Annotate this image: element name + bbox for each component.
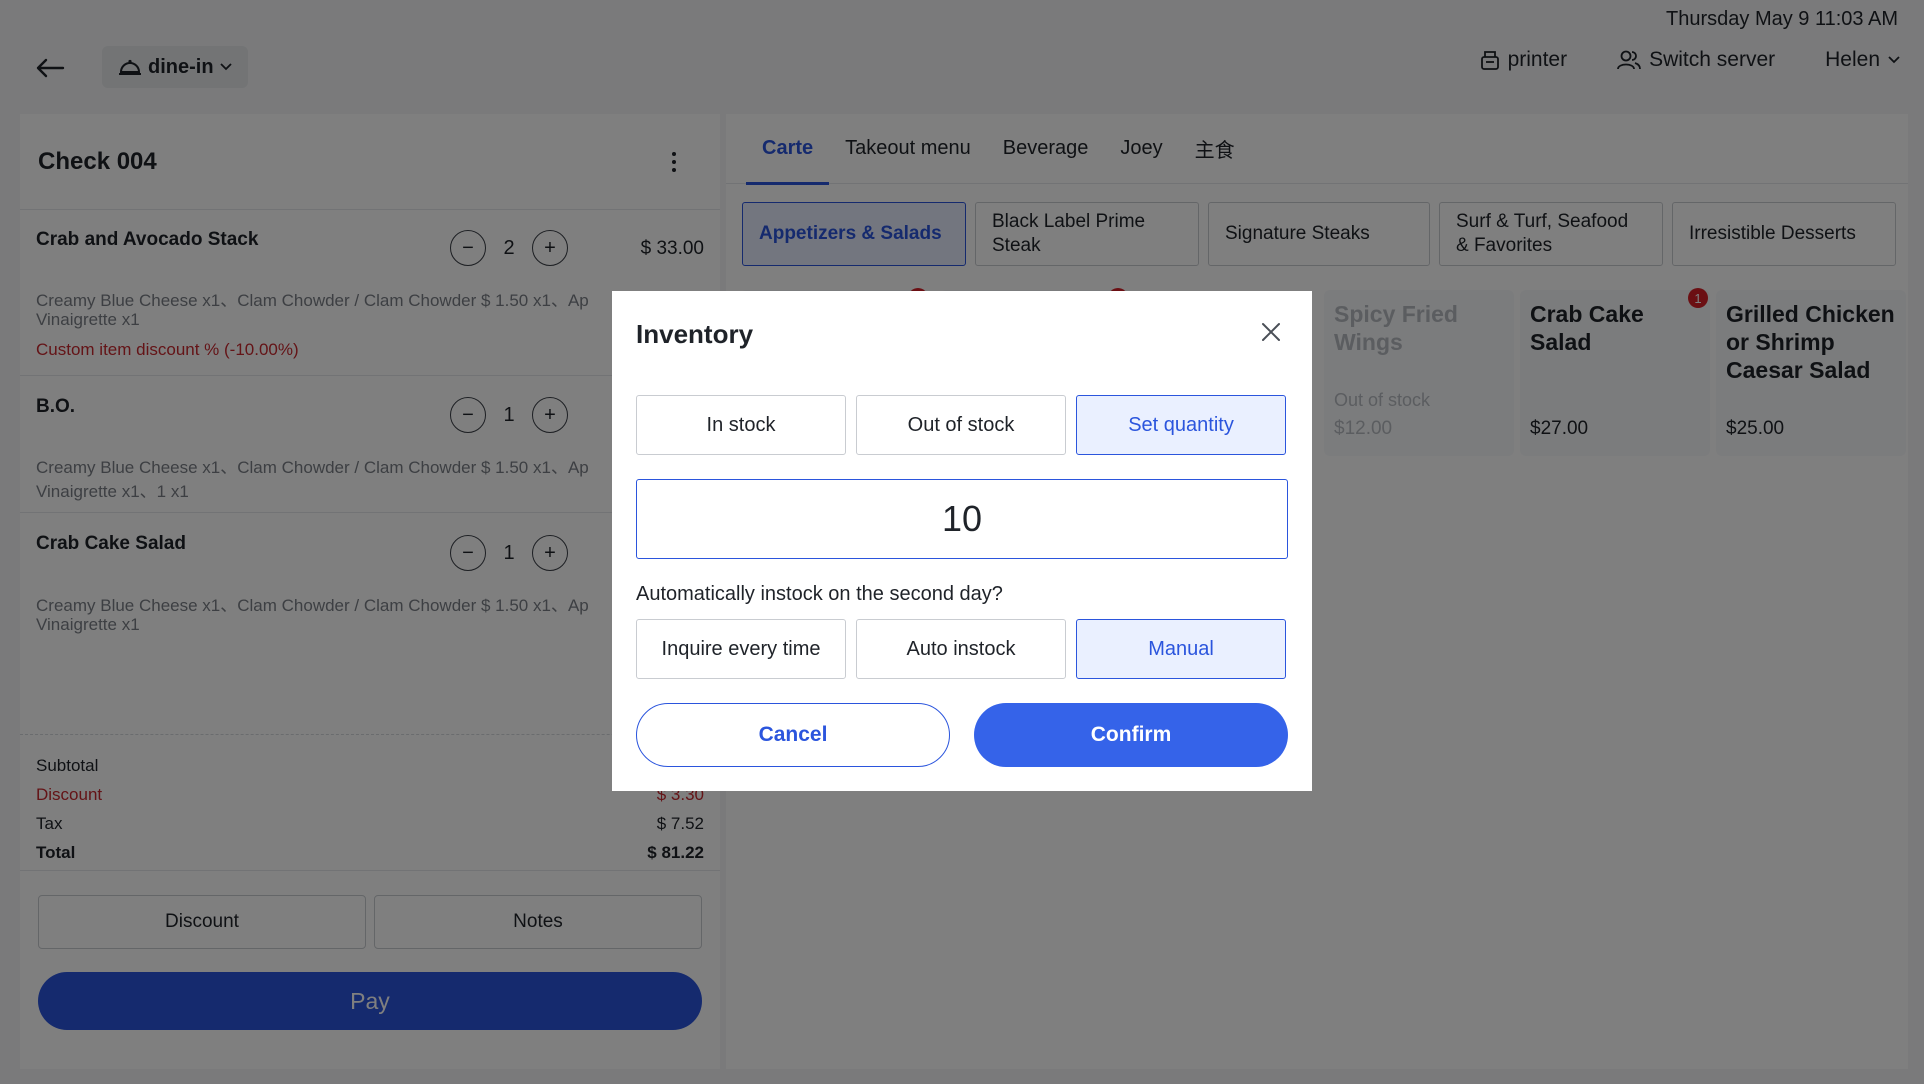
close-button[interactable] <box>1256 317 1286 347</box>
instock-options: Inquire every time Auto instock Manual <box>636 619 1286 679</box>
inquire-every-time-option[interactable]: Inquire every time <box>636 619 846 679</box>
set-quantity-option[interactable]: Set quantity <box>1076 395 1286 455</box>
inventory-dialog: Inventory In stock Out of stock Set quan… <box>612 291 1312 791</box>
auto-instock-option[interactable]: Auto instock <box>856 619 1066 679</box>
dialog-title: Inventory <box>636 319 754 349</box>
stock-options: In stock Out of stock Set quantity <box>636 395 1286 455</box>
cancel-button[interactable]: Cancel <box>636 703 950 767</box>
close-icon <box>1262 323 1280 341</box>
quantity-input[interactable] <box>636 479 1288 559</box>
in-stock-option[interactable]: In stock <box>636 395 846 455</box>
confirm-button[interactable]: Confirm <box>974 703 1288 767</box>
manual-option[interactable]: Manual <box>1076 619 1286 679</box>
auto-instock-question: Automatically instock on the second day? <box>636 583 1003 605</box>
out-of-stock-option[interactable]: Out of stock <box>856 395 1066 455</box>
